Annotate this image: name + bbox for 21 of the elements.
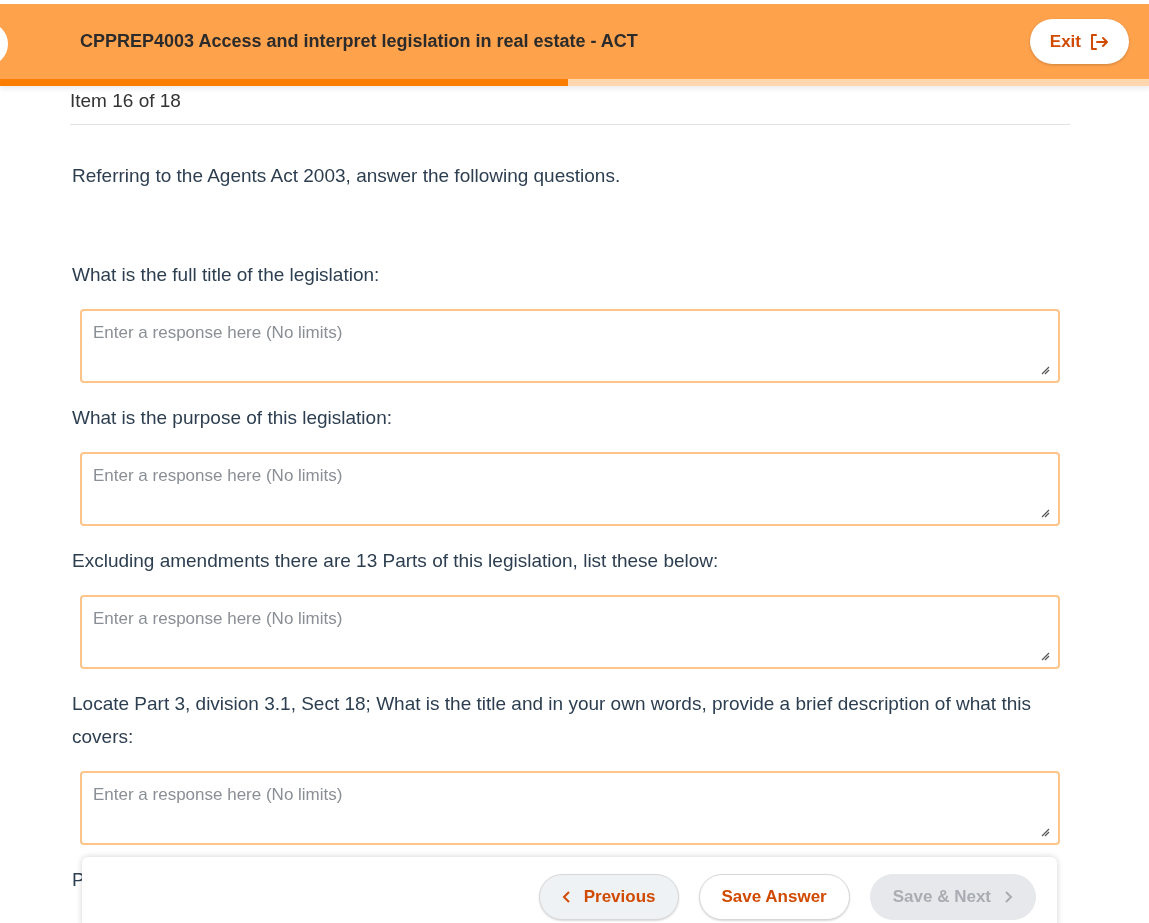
response-field[interactable]: Enter a response here (No limits) [80,309,1060,383]
resize-handle-icon[interactable] [1041,828,1050,837]
item-counter: Item 16 of 18 [70,86,1070,125]
exit-button[interactable]: Exit [1029,19,1129,64]
resize-handle-icon[interactable] [1041,366,1050,375]
nav-button[interactable]: Save Answer [698,874,850,920]
exit-icon [1089,31,1109,52]
resize-handle-icon[interactable] [1041,652,1050,661]
response-field[interactable]: Enter a response here (No limits) [80,452,1060,526]
instructions-text: Referring to the Agents Act 2003, answer the following questions. [71,164,622,188]
question-text: Excluding amendments there are 13 Parts of this legislation, list these below: [71,549,720,573]
response-field[interactable]: Enter a response here (No limits) [80,771,1060,845]
nav-button[interactable]: Previous [538,874,679,920]
resize-handle-icon[interactable] [1041,509,1050,518]
question-text: What is the full title of the legislation: [71,263,381,287]
response-field[interactable]: Enter a response here (No limits) [80,595,1060,669]
question-text: What is the purpose of this legislation: [71,406,393,430]
course-title: CPPREP4003 Access and interpret legislation in real estate - ACT [80,31,639,52]
question-text: Locate Part 3, division 3.1, Sect 18; What is the title and in your own words, provide a brief description of what this covers: [71,692,1032,749]
chevron-right-icon [1003,890,1013,904]
chevron-left-icon [561,890,572,904]
